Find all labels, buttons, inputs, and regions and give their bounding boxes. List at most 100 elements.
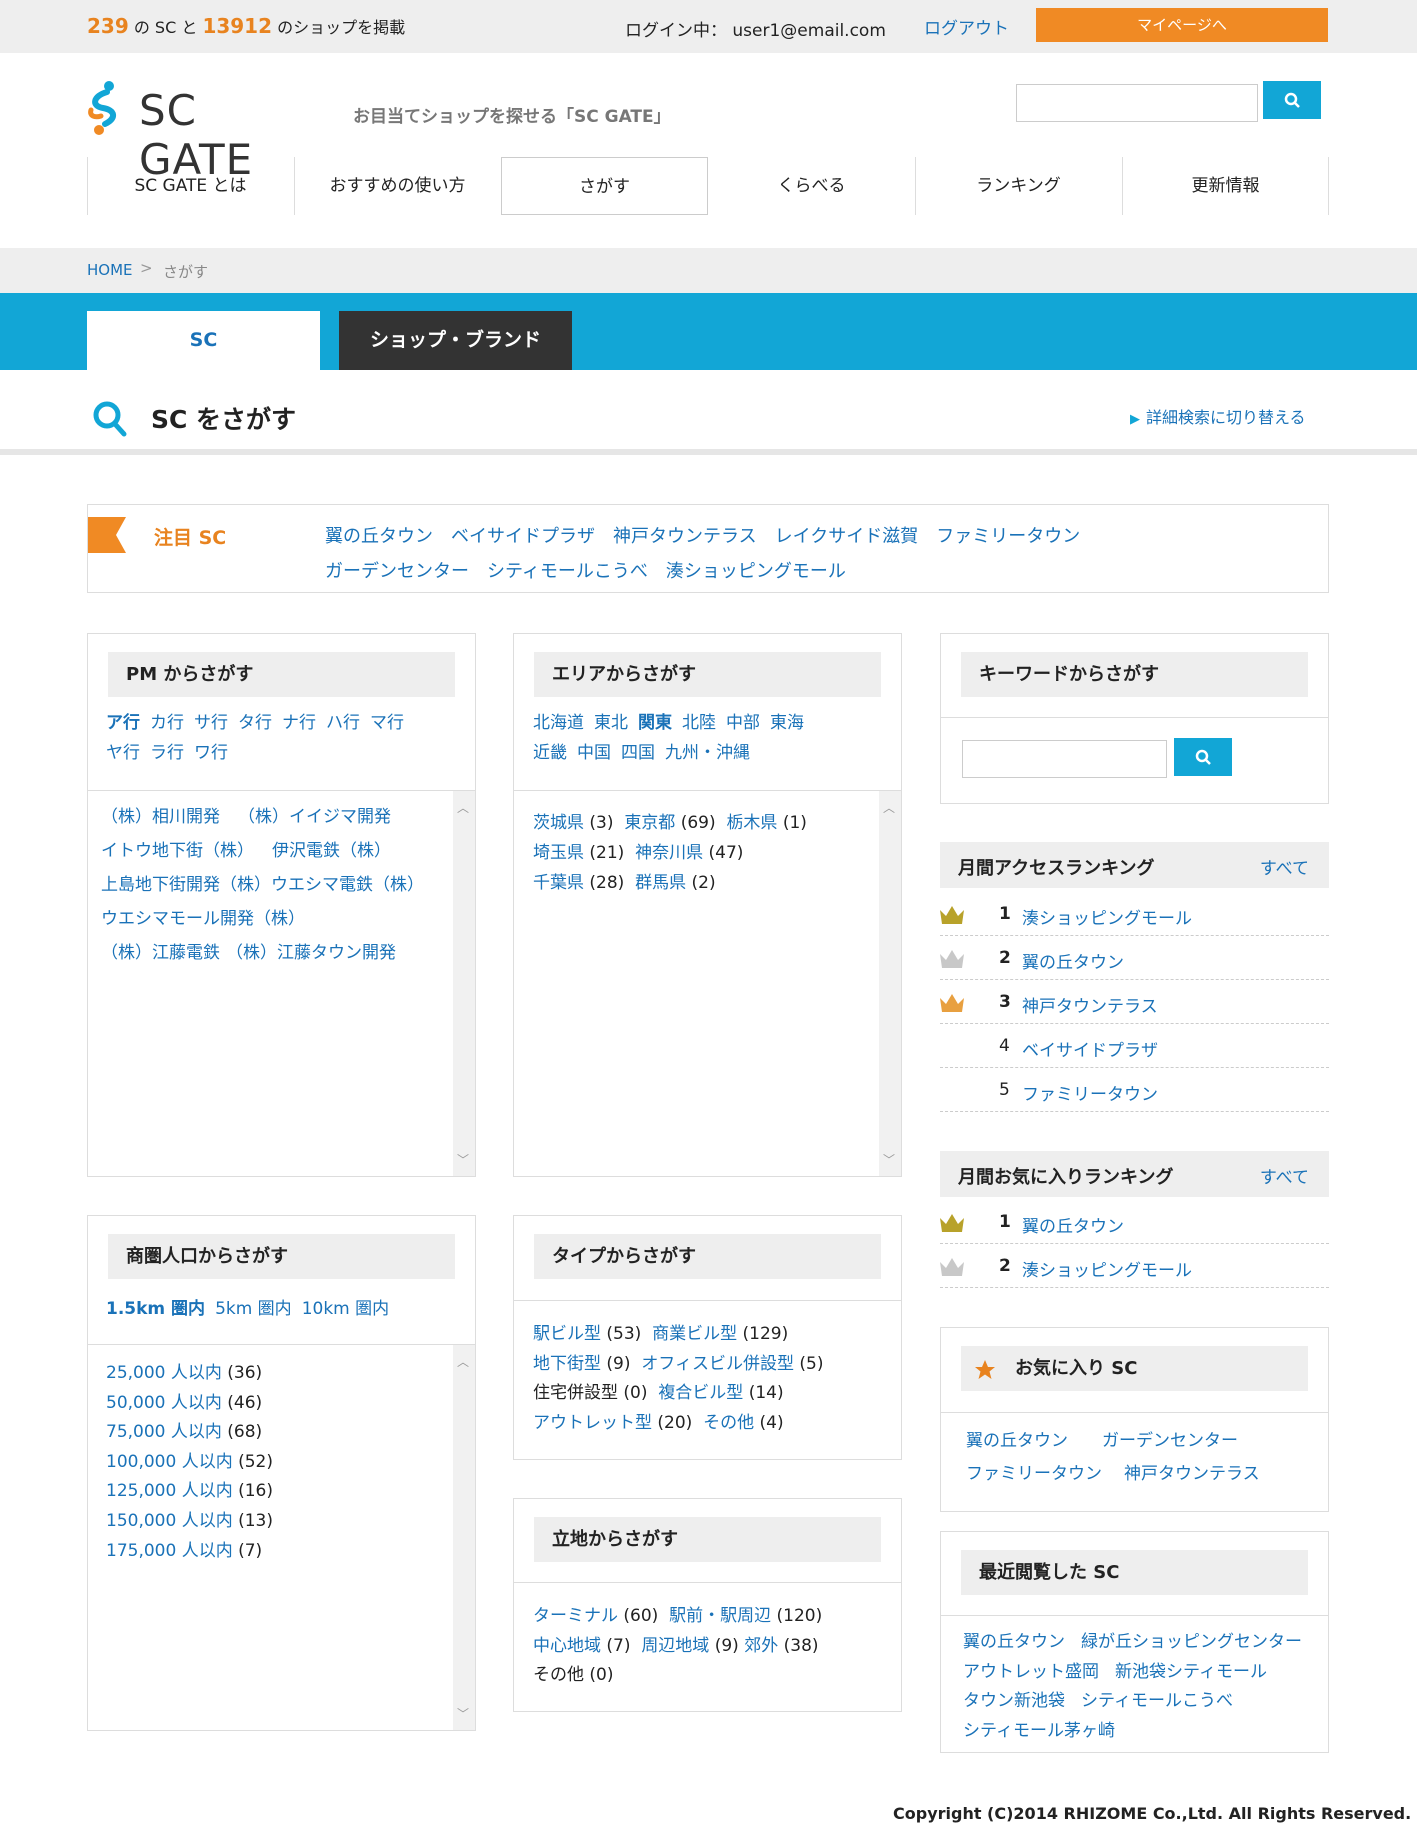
region-link[interactable]: 中国 <box>577 743 611 763</box>
header-search-input[interactable] <box>1016 84 1258 122</box>
region-link[interactable]: 北陸 <box>682 713 716 733</box>
area-scrollbar[interactable]: ︿ ﹀ <box>879 791 901 1176</box>
region-link[interactable]: 近畿 <box>533 743 567 763</box>
keyword-input[interactable] <box>962 740 1167 778</box>
ranking-row[interactable]: 3 神戸タウンテラス <box>940 980 1329 1024</box>
kana-na[interactable]: ナ行 <box>282 713 316 733</box>
company-link[interactable]: ウエシマモール開発（株） <box>101 909 305 929</box>
logout-link[interactable]: ログアウト <box>924 14 1009 39</box>
region-link[interactable]: 中部 <box>726 713 760 733</box>
region-link[interactable]: 北海道 <box>533 713 584 733</box>
featured-item[interactable]: ガーデンセンター <box>325 561 469 582</box>
pref-link[interactable]: 東京都 <box>624 813 675 833</box>
pref-link[interactable]: 神奈川県 <box>635 843 703 863</box>
population-scrollbar[interactable]: ︿ ﹀ <box>453 1345 475 1730</box>
location-link[interactable]: 周辺地域 <box>641 1636 709 1656</box>
favorite-sc-link[interactable]: ファミリータウン <box>966 1464 1102 1484</box>
region-link[interactable]: 九州・沖縄 <box>665 743 750 763</box>
pref-link[interactable]: 栃木県 <box>726 813 777 833</box>
ranking-row[interactable]: 1 翼の丘タウン <box>940 1200 1329 1244</box>
ranking-row[interactable]: 5 ファミリータウン <box>940 1068 1329 1112</box>
recent-sc-link[interactable]: タウン新池袋 <box>963 1691 1065 1711</box>
pref-link[interactable]: 埼玉県 <box>533 843 584 863</box>
type-link[interactable]: 駅ビル型 <box>533 1324 601 1344</box>
location-link[interactable]: 郊外 <box>744 1636 778 1656</box>
kana-sa[interactable]: サ行 <box>194 713 228 733</box>
kana-ya[interactable]: ヤ行 <box>106 743 140 763</box>
type-link[interactable]: その他 <box>703 1413 754 1433</box>
site-logo[interactable]: SC GATE <box>87 78 317 184</box>
scroll-up-icon[interactable]: ︿ <box>457 799 469 816</box>
kana-ma[interactable]: マ行 <box>370 713 404 733</box>
kana-ha[interactable]: ハ行 <box>326 713 360 733</box>
kana-ra[interactable]: ラ行 <box>150 743 184 763</box>
advanced-search-link[interactable]: ▶ 詳細検索に切り替える <box>1130 404 1306 428</box>
scroll-up-icon[interactable]: ︿ <box>457 1353 469 1370</box>
type-link[interactable]: 地下街型 <box>533 1354 601 1374</box>
access-ranking-all-link[interactable]: すべて <box>1260 854 1309 879</box>
range-link[interactable]: 5km 圏内 <box>215 1299 292 1319</box>
rank-name[interactable]: 湊ショッピングモール <box>1022 1256 1192 1281</box>
scroll-down-icon[interactable]: ﹀ <box>883 1151 895 1168</box>
rank-name[interactable]: 翼の丘タウン <box>1022 948 1124 973</box>
type-link[interactable]: 複合ビル型 <box>658 1383 743 1403</box>
range-link[interactable]: 1.5km 圏内 <box>106 1299 205 1319</box>
nav-updates[interactable]: 更新情報 <box>1122 157 1329 215</box>
region-link[interactable]: 関東 <box>638 713 672 733</box>
ranking-row[interactable]: 2 湊ショッピングモール <box>940 1244 1329 1288</box>
scroll-down-icon[interactable]: ﹀ <box>457 1151 469 1168</box>
region-link[interactable]: 四国 <box>621 743 655 763</box>
population-link[interactable]: 125,000 人以内 <box>106 1481 233 1501</box>
population-link[interactable]: 100,000 人以内 <box>106 1452 233 1472</box>
company-link[interactable]: イトウ地下街（株） <box>101 841 254 861</box>
featured-item[interactable]: レイクサイド滋賀 <box>775 526 919 547</box>
recent-sc-link[interactable]: 緑が丘ショッピングセンター <box>1081 1632 1302 1652</box>
company-link[interactable]: 伊沢電鉄（株） <box>272 841 391 861</box>
company-link[interactable]: （株）江藤タウン開発 <box>226 943 396 963</box>
recent-sc-link[interactable]: 新池袋シティモール <box>1115 1662 1267 1682</box>
scroll-up-icon[interactable]: ︿ <box>883 799 895 816</box>
featured-item[interactable]: 神戸タウンテラス <box>613 526 757 547</box>
pref-link[interactable]: 千葉県 <box>533 873 584 893</box>
header-search-button[interactable] <box>1263 81 1321 119</box>
tab-sc[interactable]: SC <box>87 311 320 370</box>
featured-item[interactable]: ファミリータウン <box>936 526 1080 547</box>
pref-link[interactable]: 群馬県 <box>635 873 686 893</box>
location-link[interactable]: 駅前・駅周辺 <box>669 1606 771 1626</box>
region-link[interactable]: 東海 <box>770 713 804 733</box>
company-link[interactable]: ウエシマ電鉄（株） <box>271 875 424 895</box>
recent-sc-link[interactable]: 翼の丘タウン <box>963 1632 1065 1652</box>
kana-a[interactable]: ア行 <box>106 713 140 733</box>
population-link[interactable]: 50,000 人以内 <box>106 1393 222 1413</box>
type-link[interactable]: 商業ビル型 <box>652 1324 737 1344</box>
favorite-sc-link[interactable]: 翼の丘タウン <box>966 1431 1068 1451</box>
population-link[interactable]: 150,000 人以内 <box>106 1511 233 1531</box>
favorite-sc-link[interactable]: ガーデンセンター <box>1102 1431 1238 1451</box>
featured-item[interactable]: ベイサイドプラザ <box>451 526 595 547</box>
type-link[interactable]: アウトレット型 <box>533 1413 652 1433</box>
keyword-search-button[interactable] <box>1174 738 1232 776</box>
ranking-row[interactable]: 2 翼の丘タウン <box>940 936 1329 980</box>
recent-sc-link[interactable]: シティモール茅ヶ崎 <box>963 1721 1115 1741</box>
featured-item[interactable]: 湊ショッピングモール <box>666 561 846 582</box>
rank-name[interactable]: 神戸タウンテラス <box>1022 992 1158 1017</box>
pref-link[interactable]: 茨城県 <box>533 813 584 833</box>
nav-about[interactable]: SC GATE とは <box>87 157 294 215</box>
kana-ka[interactable]: カ行 <box>150 713 184 733</box>
region-link[interactable]: 東北 <box>594 713 628 733</box>
tab-shop-brand[interactable]: ショップ・ブランド <box>339 311 572 370</box>
population-link[interactable]: 75,000 人以内 <box>106 1422 222 1442</box>
fav-ranking-all-link[interactable]: すべて <box>1260 1163 1309 1188</box>
rank-name[interactable]: 翼の丘タウン <box>1022 1212 1124 1237</box>
recent-sc-link[interactable]: シティモールこうべ <box>1081 1691 1233 1711</box>
type-link[interactable]: オフィスビル併設型 <box>641 1354 794 1374</box>
ranking-row[interactable]: 4 ベイサイドプラザ <box>940 1024 1329 1068</box>
company-link[interactable]: 上島地下街開発（株） <box>101 875 271 895</box>
scroll-down-icon[interactable]: ﹀ <box>457 1705 469 1722</box>
population-link[interactable]: 25,000 人以内 <box>106 1363 222 1383</box>
population-link[interactable]: 175,000 人以内 <box>106 1541 233 1561</box>
location-link[interactable]: ターミナル <box>533 1606 618 1626</box>
kana-ta[interactable]: タ行 <box>238 713 272 733</box>
ranking-row[interactable]: 1 湊ショッピングモール <box>940 892 1329 936</box>
company-link[interactable]: （株）江藤電鉄 <box>101 943 220 963</box>
